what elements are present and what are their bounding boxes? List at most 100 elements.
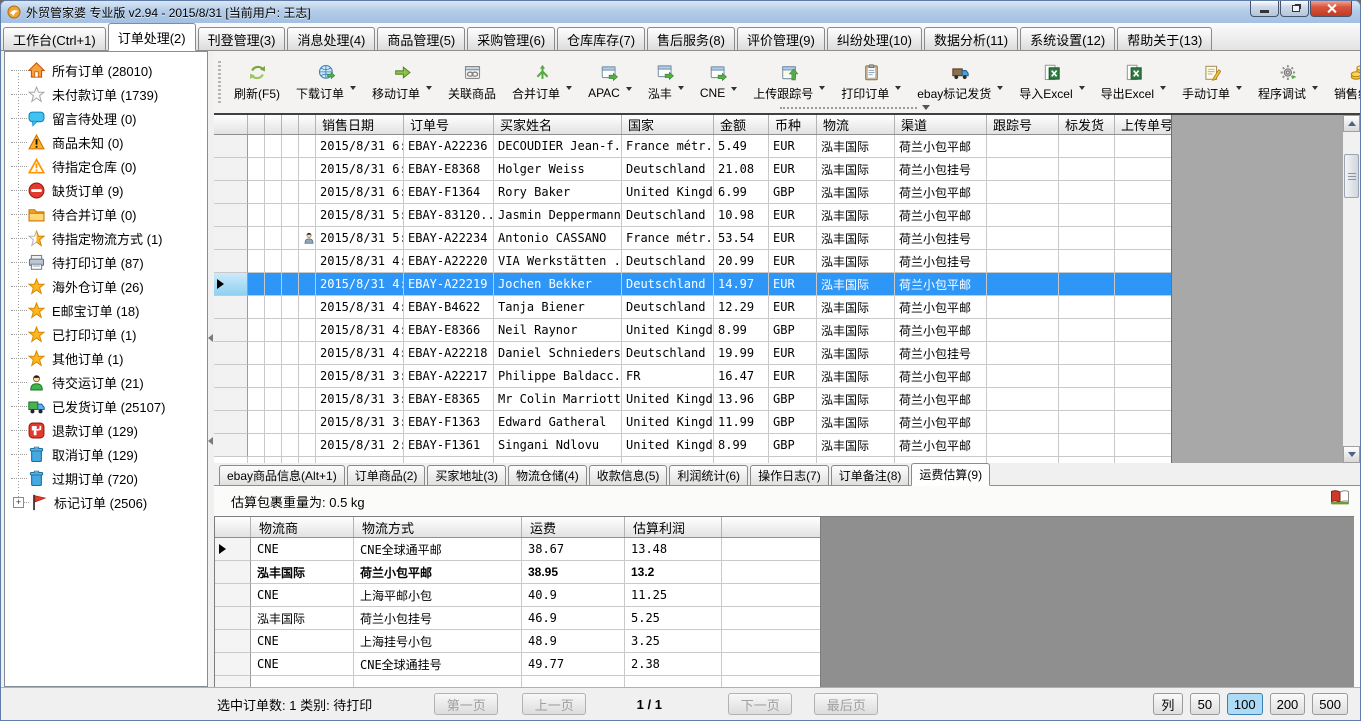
dropdown-arrow-icon[interactable] [819,86,825,90]
menu-tab-13[interactable]: 帮助关于(13) [1117,27,1212,50]
table-row[interactable]: 2015/8/31 2:55EBAY-F1361Singani NdlovuUn… [214,434,1171,457]
prev-page-button[interactable]: 上一页 [522,693,586,715]
dropdown-arrow-icon[interactable] [731,87,737,91]
sidebar-item-9[interactable]: 待打印订单 (87) [5,250,207,274]
column-header-mark-shipped[interactable]: 标发货 [1059,115,1115,134]
freight-row[interactable]: 泓丰国际荷兰小包平邮38.9513.2 [215,561,820,584]
table-row[interactable]: 2015/8/31 3:30EBAY-E8365Mr Colin Marriot… [214,388,1171,411]
table-row[interactable]: 2015/8/31 4:16EBAY-B4622Tanja BienerDeut… [214,296,1171,319]
menu-tab-1[interactable]: 工作台(Ctrl+1) [3,27,106,50]
menu-tab-6[interactable]: 采购管理(6) [467,27,555,50]
menu-tab-10[interactable]: 纠纷处理(10) [827,27,922,50]
menu-tab-8[interactable]: 售后服务(8) [647,27,735,50]
cell-gutter[interactable] [214,388,248,411]
detail-tab-4[interactable]: 物流仓储(4) [508,465,587,485]
detail-tab-1[interactable]: ebay商品信息(Alt+1) [219,465,345,485]
menu-tab-4[interactable]: 消息处理(4) [287,27,375,50]
scroll-down-button[interactable] [1343,446,1360,463]
cell-gutter[interactable] [214,273,248,296]
table-row[interactable]: 2015/8/31 5:59EBAY-83120...Jasmin Depper… [214,204,1171,227]
dropdown-arrow-icon[interactable] [1236,86,1242,90]
menu-tab-5[interactable]: 商品管理(5) [377,27,465,50]
expand-icon[interactable]: + [13,497,24,508]
toolbar-button-10[interactable]: 打印订单 [833,60,909,105]
sidebar-item-4[interactable]: 商品未知 (0) [5,130,207,154]
toolbar-button-3[interactable]: 移动订单 [364,60,440,105]
sidebar-item-13[interactable]: 其他订单 (1) [5,346,207,370]
first-page-button[interactable]: 第一页 [434,693,498,715]
toolbar-button-12[interactable]: 导入Excel [1011,60,1092,105]
toolbar-button-15[interactable]: 程序调试 [1250,60,1326,105]
sidebar-item-7[interactable]: 待合并订单 (0) [5,202,207,226]
column-header-n1[interactable] [248,115,265,134]
page-size-button-200[interactable]: 200 [1270,693,1306,715]
page-size-button-500[interactable]: 500 [1312,693,1348,715]
sidebar-item-18[interactable]: 过期订单 (720) [5,466,207,490]
column-header-order-no[interactable]: 订单号 [404,115,494,134]
column-header-buyer[interactable]: 买家姓名 [494,115,622,134]
page-size-button-列[interactable]: 列 [1153,693,1183,715]
cell-gutter[interactable] [214,135,248,158]
scrollbar-thumb[interactable] [1344,154,1359,198]
table-row[interactable]: 2015/8/31 5:47EBAY-A22234Antonio CASSANO… [214,227,1171,250]
toolbar-button-8[interactable]: CNE [692,61,745,103]
dropdown-arrow-icon[interactable] [1079,86,1085,90]
toolbar-button-16[interactable]: 销售统计 [1326,60,1361,105]
menu-tab-11[interactable]: 数据分析(11) [924,27,1018,50]
column-header-logistics[interactable]: 物流 [817,115,895,134]
minimize-button[interactable] [1250,1,1279,17]
sidebar-item-5[interactable]: 待指定仓库 (0) [5,154,207,178]
cell-gutter[interactable] [214,434,248,457]
toolbar-button-4[interactable]: 关联商品 [440,60,504,105]
sidebar-item-3[interactable]: 留言待处理 (0) [5,106,207,130]
toolbar-button-1[interactable]: 刷新(F5) [226,60,288,105]
sidebar-item-14[interactable]: 待交运订单 (21) [5,370,207,394]
table-row[interactable]: 2015/8/31 6:37EBAY-A22236DECOUDIER Jean-… [214,135,1171,158]
column-header-date[interactable]: 销售日期 [316,115,404,134]
dropdown-arrow-icon[interactable] [678,86,684,90]
table-row[interactable]: 2015/8/31 4:11EBAY-E8366Neil RaynorUnite… [214,319,1171,342]
toolbar-button-5[interactable]: 合并订单 [504,60,580,105]
detail-tab-3[interactable]: 买家地址(3) [427,465,506,485]
cell-gutter[interactable] [214,250,248,273]
toolbar-button-9[interactable]: 上传跟踪号 [745,60,833,105]
table-row[interactable]: 2015/8/31 3:18EBAY-F1363Edward GatheralU… [214,411,1171,434]
freight-row[interactable]: CNE上海平邮小包40.911.25 [215,584,820,607]
sidebar-item-19[interactable]: +标记订单 (2506) [5,490,207,514]
dropdown-arrow-icon[interactable] [1312,86,1318,90]
last-page-button[interactable]: 最后页 [814,693,878,715]
table-row[interactable]: 2015/8/31 6:08EBAY-F1364Rory BakerUnited… [214,181,1171,204]
column-header-channel[interactable]: 渠道 [895,115,987,134]
freight-column-header-carrier[interactable]: 物流商 [251,517,354,537]
dropdown-arrow-icon[interactable] [350,86,356,90]
column-header-upload-no[interactable]: 上传单号 [1115,115,1172,134]
menu-tab-12[interactable]: 系统设置(12) [1020,27,1115,50]
sidebar-item-10[interactable]: 海外仓订单 (26) [5,274,207,298]
dropdown-arrow-icon[interactable] [566,86,572,90]
cell-gutter[interactable] [214,204,248,227]
column-header-n4[interactable] [299,115,316,134]
menu-tab-3[interactable]: 刊登管理(3) [198,27,286,50]
detail-tab-2[interactable]: 订单商品(2) [347,465,426,485]
freight-column-header-fee[interactable]: 运费 [522,517,625,537]
column-header-amount[interactable]: 金额 [714,115,769,134]
dropdown-arrow-icon[interactable] [426,86,432,90]
toolbar-button-14[interactable]: 手动订单 [1174,60,1250,105]
menu-tab-2[interactable]: 订单处理(2) [108,23,196,51]
cell-gutter[interactable] [214,227,248,250]
column-header-currency[interactable]: 币种 [769,115,817,134]
detail-tab-5[interactable]: 收款信息(5) [589,465,668,485]
table-row[interactable]: 2015/8/31 4:46EBAY-A22219Jochen BekkerDe… [214,273,1171,296]
cell-gutter[interactable] [214,181,248,204]
cell-gutter[interactable] [214,296,248,319]
sidebar-item-6[interactable]: 缺货订单 (9) [5,178,207,202]
detail-tab-6[interactable]: 利润统计(6) [669,465,748,485]
close-button[interactable] [1310,1,1352,17]
table-row[interactable]: 2015/8/31 3:53EBAY-A22217Philippe Baldac… [214,365,1171,388]
freight-column-header-profit[interactable]: 估算利润 [625,517,722,537]
sidebar-item-1[interactable]: 所有订单 (28010) [5,58,207,82]
detail-tab-9[interactable]: 运费估算(9) [911,463,990,486]
freight-row[interactable]: CNECNE全球通平邮38.6713.48 [215,538,820,561]
scroll-up-button[interactable] [1343,115,1360,132]
sidebar-item-11[interactable]: E邮宝订单 (18) [5,298,207,322]
